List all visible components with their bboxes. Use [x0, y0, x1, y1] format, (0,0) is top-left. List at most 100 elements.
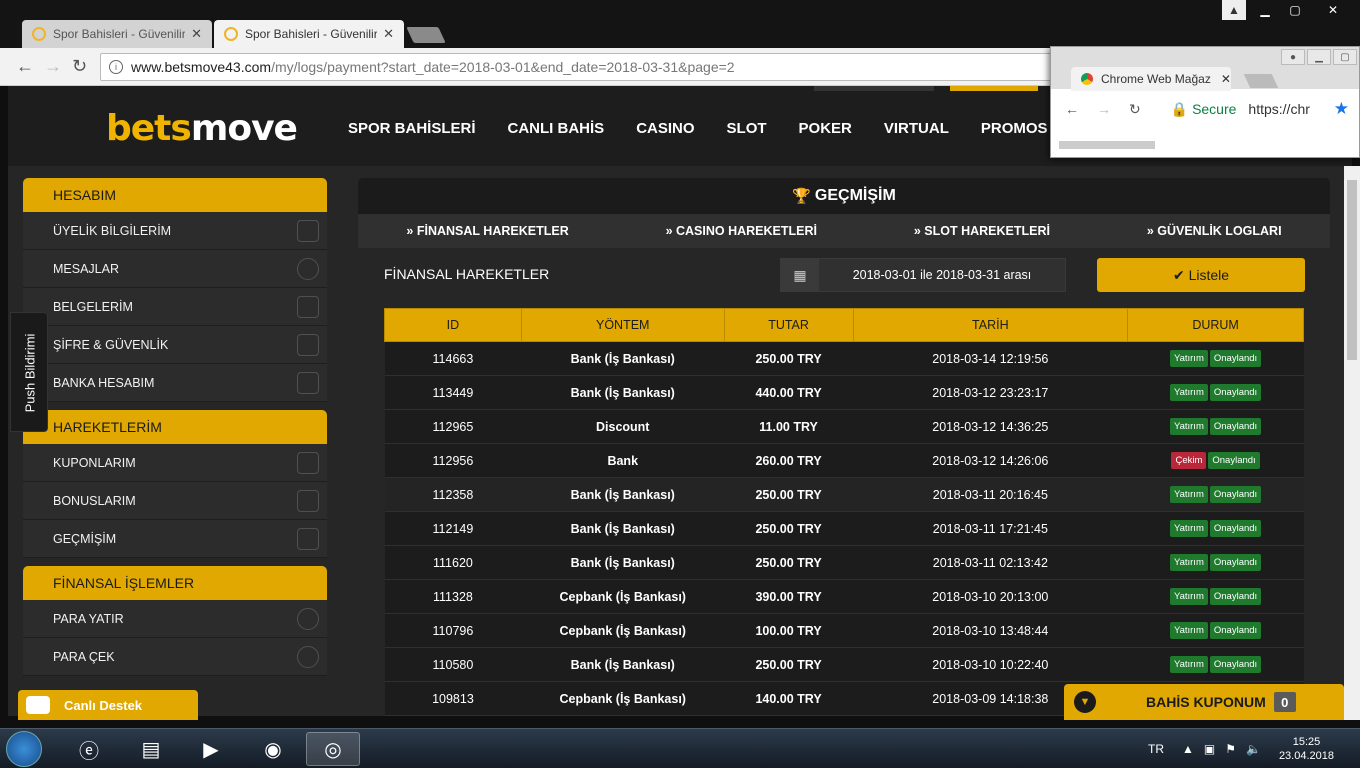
- cell-method: Discount: [521, 409, 725, 444]
- network-icon[interactable]: ▣: [1204, 742, 1215, 756]
- account-sidebar: HESABIM ÜYELİK BİLGİLERİM MESAJLAR BELGE…: [23, 178, 327, 676]
- bet-slip-toggle[interactable]: ▼ BAHİS KUPONUM 0: [1064, 684, 1344, 720]
- nav-slot[interactable]: SLOT: [727, 120, 767, 137]
- sidebar-item-para-yatir[interactable]: PARA YATIR: [23, 600, 327, 638]
- type-badge: Yatırım: [1169, 622, 1208, 639]
- close-tab-icon[interactable]: ✕: [191, 26, 202, 42]
- cell-method: Cepbank (İş Bankası): [521, 613, 725, 648]
- sidebar-item-bonuslarim[interactable]: BONUSLARIM: [23, 482, 327, 520]
- forward-icon[interactable]: →: [1097, 101, 1111, 117]
- reload-icon[interactable]: ↻: [72, 56, 87, 77]
- nav-spor-bahisleri[interactable]: SPOR BAHİSLERİ: [348, 120, 476, 137]
- cell-amount: 250.00 TRY: [724, 511, 853, 546]
- pencil-icon: [297, 334, 319, 356]
- url-path: /my/logs/payment?start_date=2018-03-01&e…: [271, 59, 735, 75]
- nav-poker[interactable]: POKER: [799, 120, 852, 137]
- table-row: 110796 Cepbank (İş Bankası) 100.00 TRY 2018…: [384, 613, 1304, 648]
- receipt-icon: [297, 452, 319, 474]
- table-row: 110580 Bank (İş Bankası) 250.00 TRY 2018-03…: [384, 647, 1304, 682]
- back-icon[interactable]: ←: [1065, 101, 1079, 117]
- clock[interactable]: 15:25 23.04.2018: [1279, 735, 1334, 763]
- maximize-button[interactable]: ▢: [1280, 0, 1310, 20]
- sidebar-item-para-cek[interactable]: PARA ÇEK: [23, 638, 327, 676]
- cell-status: YatırımOnaylandı: [1127, 511, 1304, 546]
- sidebar-item-banka[interactable]: BANKA HESABIM: [23, 364, 327, 402]
- type-badge: Yatırım: [1169, 486, 1208, 503]
- cell-id: 111328: [384, 579, 522, 614]
- language-indicator[interactable]: TR: [1148, 742, 1164, 756]
- close-window-button[interactable]: ✕: [1310, 0, 1356, 20]
- volume-icon[interactable]: 🔈: [1246, 742, 1261, 756]
- tab-casino[interactable]: » CASINO HAREKETLERİ: [666, 224, 817, 238]
- push-notification-tab[interactable]: Push Bildirimi: [10, 312, 48, 432]
- history-tabs: » FİNANSAL HAREKETLER » CASINO HAREKETLE…: [358, 214, 1330, 248]
- minimize-button[interactable]: ▁: [1307, 49, 1331, 65]
- browser-tab-active[interactable]: Spor Bahisleri - Güvenilir ✕: [214, 20, 404, 48]
- sidebar-item-mesajlar[interactable]: MESAJLAR: [23, 250, 327, 288]
- maximize-button[interactable]: ▢: [1333, 49, 1357, 65]
- tab-slot[interactable]: » SLOT HAREKETLERİ: [914, 224, 1050, 238]
- live-support-button[interactable]: Canlı Destek: [18, 690, 198, 720]
- cell-status: YatırımOnaylandı: [1127, 477, 1304, 512]
- cell-status: YatırımOnaylandı: [1127, 375, 1304, 410]
- bookmark-star-icon[interactable]: ★: [1334, 99, 1349, 119]
- file-explorer-icon[interactable]: ▤: [124, 732, 178, 766]
- site-favicon-icon: [224, 27, 238, 41]
- secure-indicator[interactable]: 🔒 Secure: [1171, 101, 1237, 118]
- sidebar-item-sifre[interactable]: ŞİFRE & GÜVENLİK: [23, 326, 327, 364]
- flag-icon[interactable]: ⚑: [1225, 742, 1236, 756]
- nav-virtual[interactable]: VIRTUAL: [884, 120, 949, 137]
- date-range-value: 2018-03-01 ile 2018-03-31 arası: [852, 268, 1032, 282]
- profile-icon[interactable]: ●: [1281, 49, 1305, 65]
- minimize-button[interactable]: ▁: [1250, 0, 1280, 20]
- page-scrollbar[interactable]: [1344, 166, 1360, 720]
- cell-amount: 250.00 TRY: [724, 545, 853, 580]
- reload-icon[interactable]: ↻: [1129, 101, 1141, 118]
- header-top-button[interactable]: [814, 86, 934, 91]
- new-tab-button[interactable]: [1243, 74, 1279, 88]
- cell-amount: 100.00 TRY: [724, 613, 853, 648]
- win2-tab[interactable]: Chrome Web Mağaz ✕: [1071, 67, 1231, 91]
- media-player-icon[interactable]: ▶: [184, 732, 238, 766]
- close-tab-icon[interactable]: ✕: [1221, 72, 1231, 86]
- cell-amount: 140.00 TRY: [724, 681, 853, 716]
- sidebar-item-kuponlarim[interactable]: KUPONLARIM: [23, 444, 327, 482]
- scrollbar-thumb[interactable]: [1347, 180, 1357, 360]
- col-id: ID: [384, 308, 522, 342]
- sidebar-item-gecmisim[interactable]: GEÇMİŞİM: [23, 520, 327, 558]
- cell-amount: 250.00 TRY: [724, 477, 853, 512]
- info-icon[interactable]: i: [109, 60, 123, 74]
- close-tab-icon[interactable]: ✕: [383, 26, 394, 42]
- new-tab-button[interactable]: [406, 27, 446, 43]
- internet-explorer-icon[interactable]: ⓔ: [62, 732, 116, 766]
- nav-casino[interactable]: CASINO: [636, 120, 694, 137]
- tray-up-icon[interactable]: ▲: [1182, 742, 1194, 756]
- site-logo[interactable]: betsmove: [106, 108, 298, 149]
- nav-canli-bahis[interactable]: CANLI BAHİS: [508, 120, 605, 137]
- horizontal-scrollbar[interactable]: [1059, 141, 1155, 149]
- sidebar-item-uyelik[interactable]: ÜYELİK BİLGİLERİM: [23, 212, 327, 250]
- tab-title: Spor Bahisleri - Güvenilir: [53, 27, 186, 41]
- tab-guvenlik[interactable]: » GÜVENLİK LOGLARI: [1147, 224, 1282, 238]
- status-badge: Onaylandı: [1209, 486, 1262, 503]
- sidebar-heading-hesabim: HESABIM: [23, 178, 327, 212]
- listele-button[interactable]: ✔ Listele: [1097, 258, 1305, 292]
- nav-promos[interactable]: PROMOS: [981, 120, 1048, 137]
- profile-icon[interactable]: ▲: [1222, 0, 1246, 20]
- sidebar-item-belgelerim[interactable]: BELGELERİM: [23, 288, 327, 326]
- browser-tab[interactable]: Spor Bahisleri - Güvenilir ✕: [22, 20, 212, 48]
- date-range-picker[interactable]: ▦ 2018-03-01 ile 2018-03-31 arası: [780, 258, 1066, 292]
- table-row: 114663 Bank (İş Bankası) 250.00 TRY 2018-03…: [384, 341, 1304, 376]
- forward-icon[interactable]: →: [44, 56, 62, 77]
- win2-url[interactable]: https://chr: [1248, 101, 1309, 117]
- chrome-taskbar-icon[interactable]: ◎: [306, 732, 360, 766]
- site-viewport: betsmove SPOR BAHİSLERİ CANLI BAHİS CASI…: [8, 86, 1352, 716]
- start-button[interactable]: [6, 731, 42, 767]
- cell-status: YatırımOnaylandı: [1127, 579, 1304, 614]
- back-icon[interactable]: ←: [16, 56, 34, 77]
- cell-status: YatırımOnaylandı: [1127, 613, 1304, 648]
- tab-finansal[interactable]: » FİNANSAL HAREKETLER: [406, 224, 568, 238]
- chat-bubble-icon: [26, 696, 50, 714]
- chrome-alt-icon[interactable]: ◉: [246, 732, 300, 766]
- header-top-button-accent[interactable]: [950, 86, 1038, 91]
